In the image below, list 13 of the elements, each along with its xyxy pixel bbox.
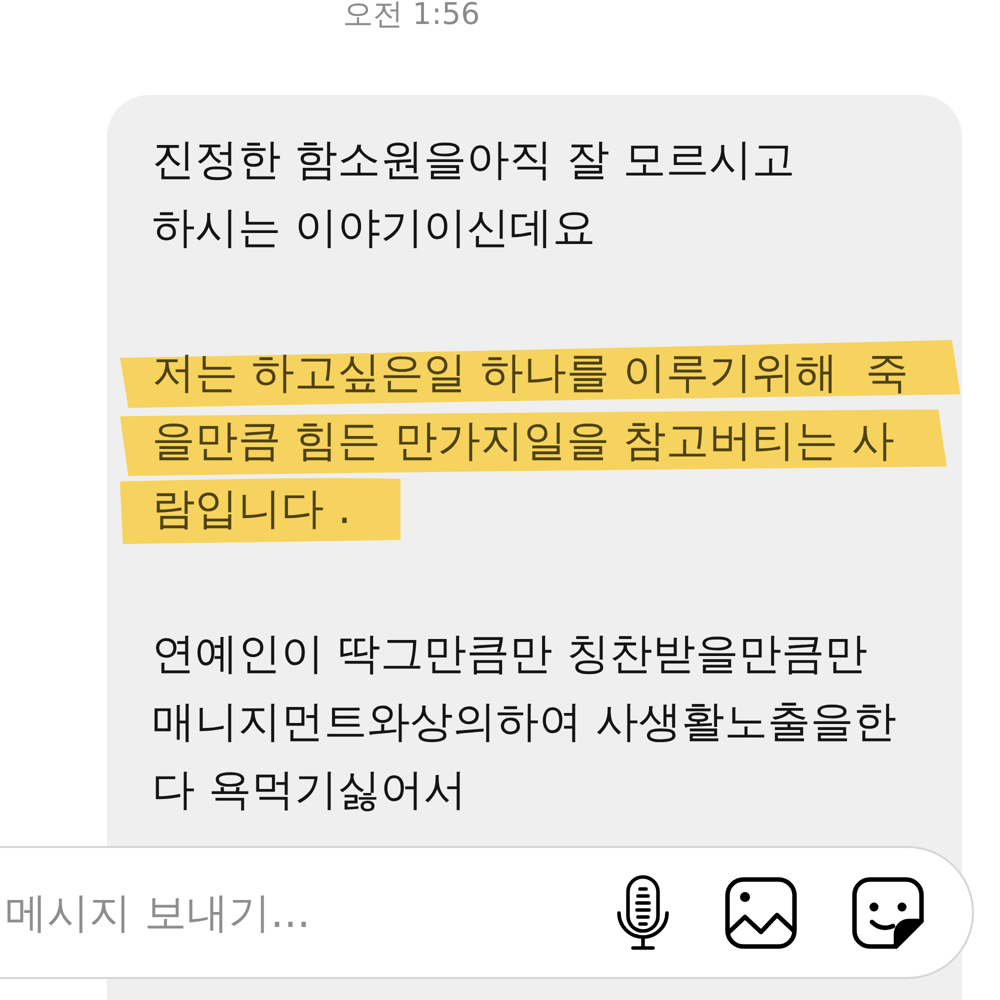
message-text: 을만큼 힘든 만가지일을 참고버티는 사 — [152, 416, 895, 466]
timestamp: 오전 1:56 — [343, 0, 480, 30]
message-text: 진정한 함소원을아직 잘 모르시고 — [152, 135, 796, 185]
sticker-icon[interactable] — [852, 877, 924, 949]
message-text: 연예인이 딱그만큼만 칭찬받을만큼만 — [152, 629, 868, 679]
image-icon[interactable] — [725, 877, 797, 949]
message-text: 다 욕먹기싫어서 — [152, 765, 467, 815]
message-input[interactable]: 메시지 보내기... — [0, 846, 974, 979]
microphone-icon[interactable] — [616, 875, 670, 951]
message-text: 저는 하고싶은일 하나를 이루기위해 죽 — [152, 348, 908, 398]
message-text: 람입니다 . — [152, 484, 352, 534]
message-text: 매니지먼트와상의하여 사생활노출을한 — [152, 697, 897, 747]
message-text: 하시는 이야기이신데요 — [152, 203, 596, 253]
